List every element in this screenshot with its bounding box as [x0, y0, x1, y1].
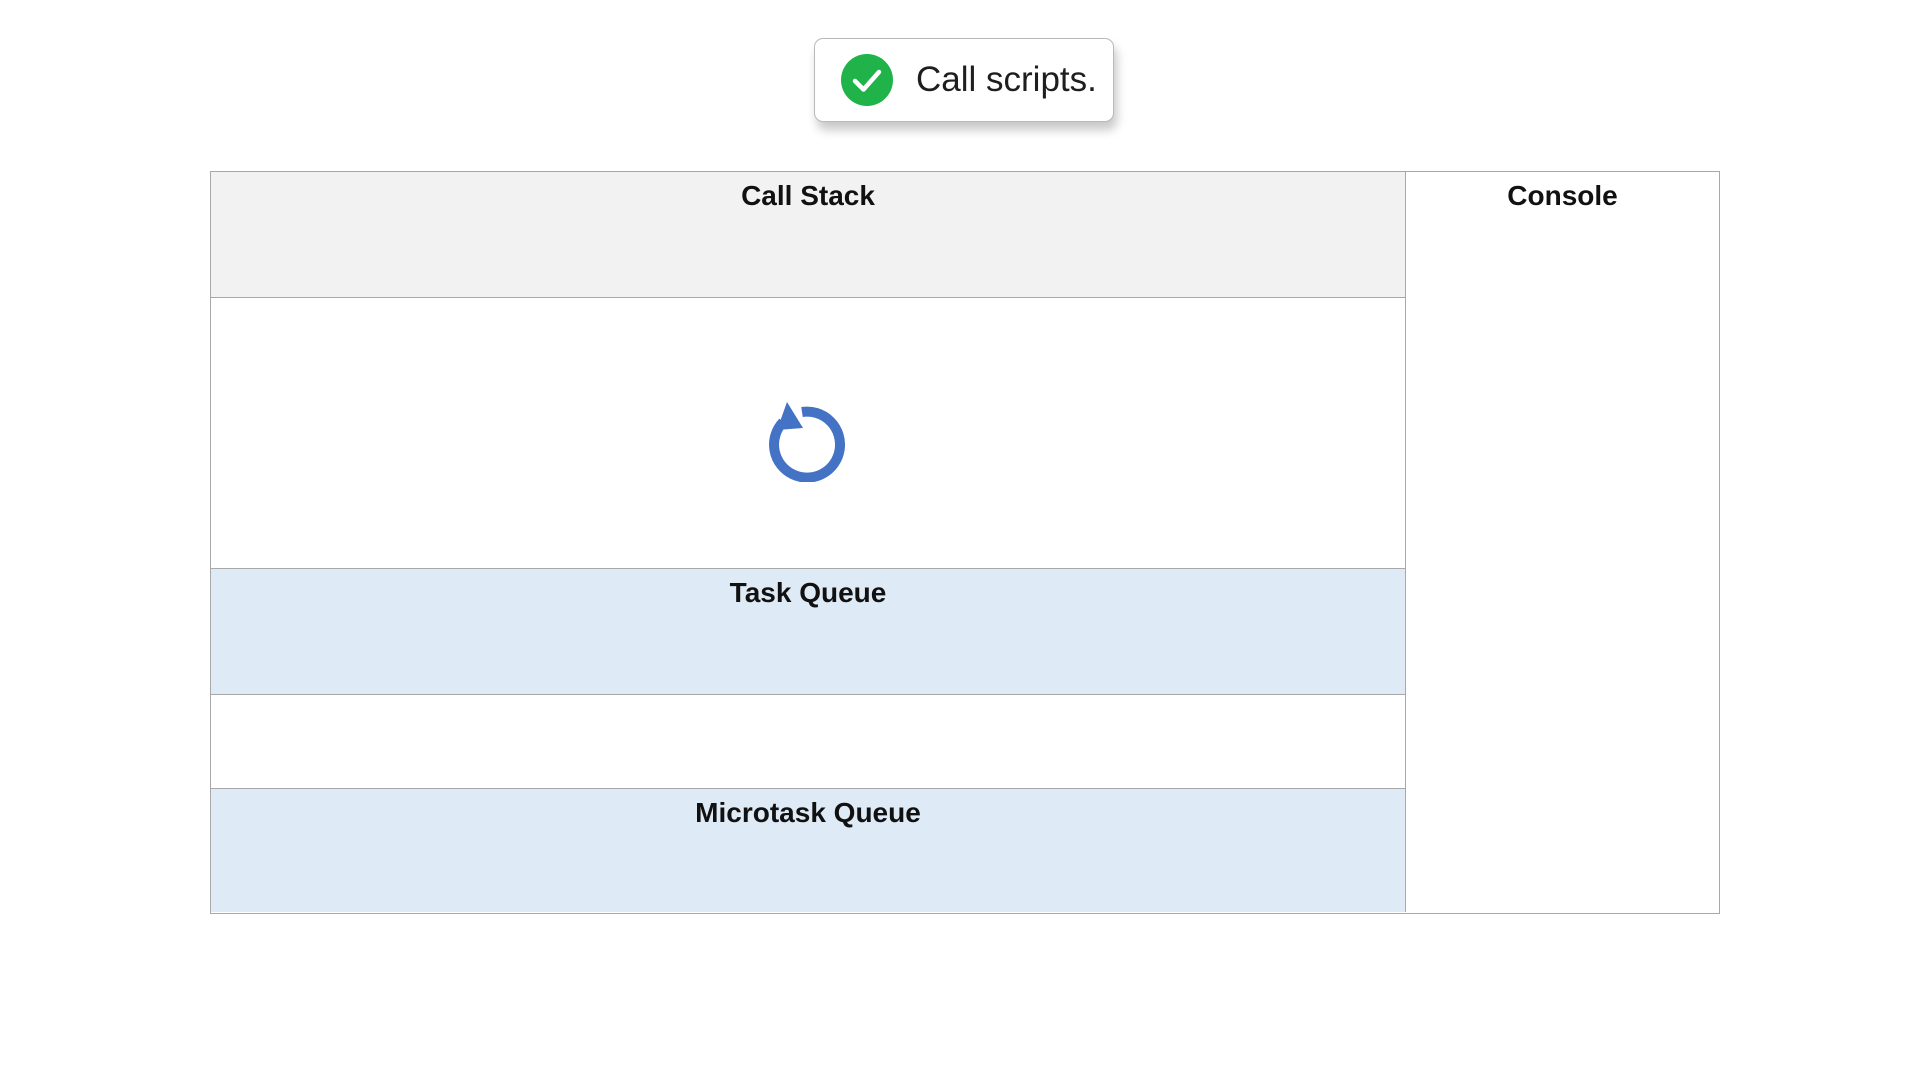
event-loop-area	[211, 298, 1405, 569]
event-loop-diagram: Call Stack Task Queue Microtask Queue Co	[210, 171, 1720, 914]
call-stack-title: Call Stack	[741, 180, 875, 211]
check-circle-icon	[840, 53, 894, 107]
microtask-queue-section: Microtask Queue	[211, 789, 1405, 912]
task-queue-title: Task Queue	[729, 577, 887, 608]
task-queue-section: Task Queue	[211, 569, 1405, 695]
call-stack-section: Call Stack	[211, 172, 1405, 298]
microtask-queue-title: Microtask Queue	[695, 797, 921, 828]
event-loop-stage: Call scripts. Call Stack Task Queue Micr…	[0, 0, 1920, 1080]
runtime-column: Call Stack Task Queue Microtask Queue	[211, 172, 1406, 912]
console-title: Console	[1507, 180, 1618, 211]
toast-message: Call scripts.	[916, 60, 1097, 99]
console-panel: Console	[1407, 172, 1718, 912]
queue-separator	[211, 695, 1405, 789]
status-toast: Call scripts.	[814, 38, 1114, 122]
refresh-icon	[759, 392, 849, 483]
